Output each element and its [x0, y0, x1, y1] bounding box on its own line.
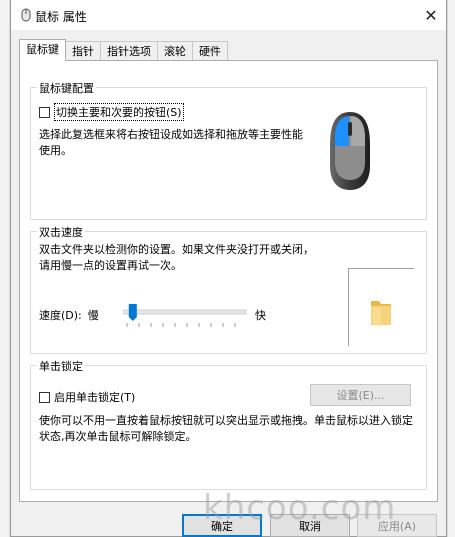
click-lock-checkbox[interactable]	[39, 391, 50, 403]
swap-buttons-label[interactable]: 切换主要和次要的按钮(S)	[54, 103, 184, 121]
slider-thumb[interactable]	[128, 304, 137, 321]
tab-wheel[interactable]: 滚轮	[157, 41, 193, 61]
swap-buttons-checkbox[interactable]	[39, 106, 50, 118]
swap-buttons-row: 切换主要和次要的按钮(S)	[39, 103, 184, 121]
tab-hardware[interactable]: 硬件	[192, 41, 228, 61]
click-lock-legend: 单击锁定	[37, 358, 85, 374]
close-button[interactable]: ✕	[416, 0, 446, 30]
window-title: 鼠标 属性	[35, 10, 87, 24]
tab-strip: 鼠标键 指针 指针选项 滚轮 硬件	[19, 39, 228, 61]
click-lock-row: 启用单击锁定(T)	[39, 389, 135, 405]
tab-pointer-options[interactable]: 指针选项	[100, 41, 158, 61]
test-folder-area[interactable]	[348, 268, 414, 346]
title-bar: 鼠标 属性 ✕	[11, 0, 446, 30]
mouse-icon	[21, 8, 31, 25]
speed-row: 速度(D): 慢	[39, 307, 99, 323]
button-config-legend: 鼠标键配置	[37, 80, 96, 96]
tab-buttons[interactable]: 鼠标键	[19, 39, 66, 61]
mouse-illustration	[328, 110, 372, 195]
tab-pointers[interactable]: 指针	[65, 41, 101, 61]
slow-label: 慢	[87, 309, 99, 322]
speed-label: 速度(D):	[39, 309, 82, 322]
double-click-description: 双击文件夹以检测你的设置。如果文件夹没打开或关闭，请用慢一点的设置再试一次。	[39, 243, 314, 272]
ok-button[interactable]: 确定	[182, 514, 262, 537]
double-click-legend: 双击速度	[37, 224, 85, 240]
button-config-description: 选择此复选框来将右按钮设成如选择和拖放等主要性能使用。	[39, 128, 303, 157]
double-click-group: 双击速度 双击文件夹以检测你的设置。如果文件夹没打开或关闭，请用慢一点的设置再试…	[30, 224, 427, 354]
background-window-right	[447, 0, 455, 537]
mouse-properties-dialog: 鼠标 属性 ✕ 鼠标键 指针 指针选项 滚轮 硬件 鼠标键配置 切换主要和次要的…	[10, 0, 447, 537]
click-lock-settings-button[interactable]: 设置(E)...	[310, 384, 411, 406]
background-window-left	[0, 0, 10, 537]
click-lock-description: 使你可以不用一直按着鼠标按钮就可以突出显示或拖拽。单击鼠标以进入锁定状态,再次单…	[39, 414, 413, 443]
fast-label: 快	[255, 309, 266, 322]
cancel-button[interactable]: 取消	[270, 514, 350, 537]
click-lock-group: 单击锁定 启用单击锁定(T) 设置(E)... 使你可以不用一直按着鼠标按钮就可…	[30, 358, 427, 490]
button-config-group: 鼠标键配置 切换主要和次要的按钮(S) 选择此复选框来将右按钮设成如选择和拖放等…	[30, 80, 427, 220]
close-icon: ✕	[424, 5, 438, 25]
apply-button[interactable]: 应用(A)	[357, 514, 437, 537]
click-lock-label[interactable]: 启用单击锁定(T)	[54, 389, 135, 405]
double-click-speed-slider[interactable]	[122, 303, 248, 331]
folder-icon[interactable]	[369, 297, 393, 330]
tab-panel-buttons: 鼠标键配置 切换主要和次要的按钮(S) 选择此复选框来将右按钮设成如选择和拖放等…	[19, 60, 438, 502]
